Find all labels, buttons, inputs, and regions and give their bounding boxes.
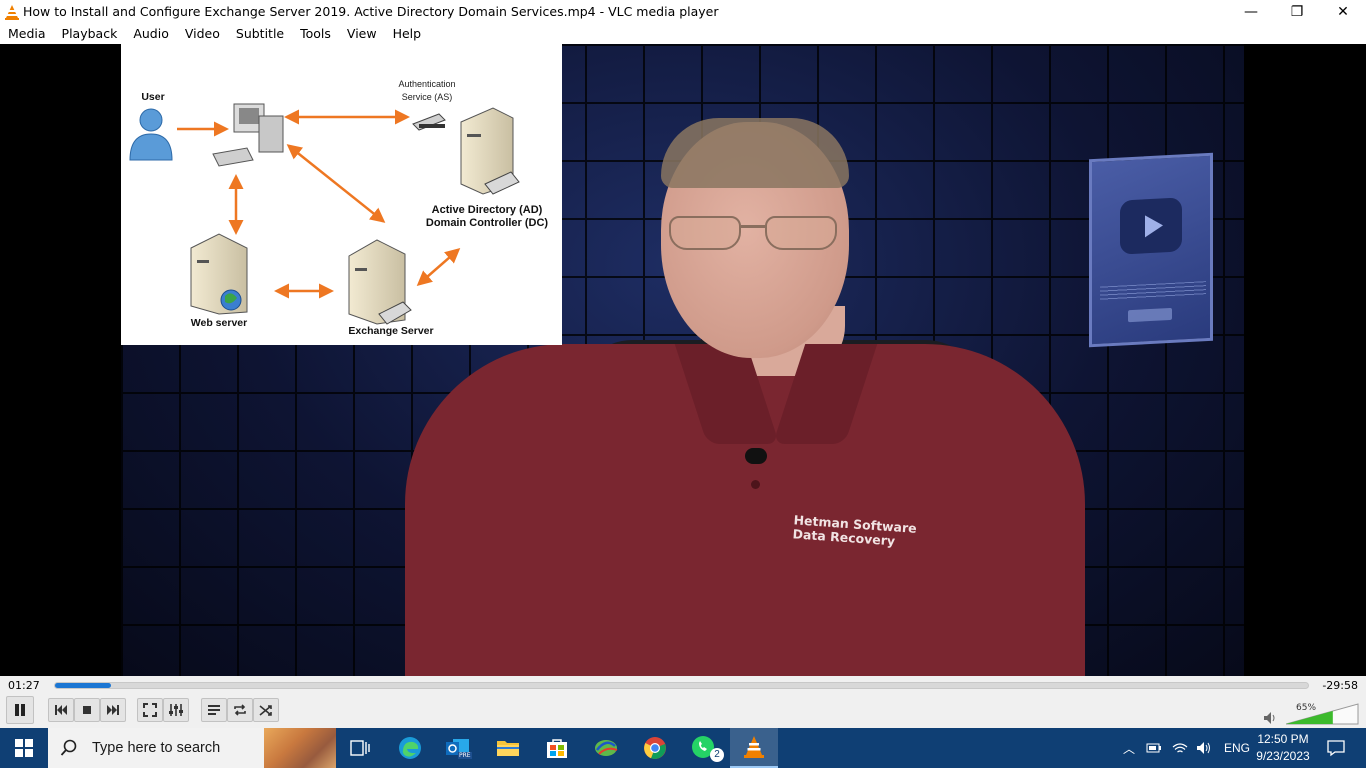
network-app-taskbar-button[interactable]	[586, 732, 626, 764]
search-highlight-image	[264, 728, 336, 768]
microsoft-store-icon	[547, 739, 567, 758]
show-hidden-icons-chevron-icon[interactable]: ︿	[1120, 740, 1138, 757]
search-icon	[60, 739, 77, 756]
whatsapp-badge: 2	[710, 748, 724, 762]
pause-icon	[15, 704, 25, 716]
language-indicator[interactable]: ENG	[1224, 741, 1250, 755]
network-diagram-overlay: User Authentication Service (AS) Active …	[121, 44, 562, 345]
wifi-icon[interactable]	[1172, 741, 1188, 755]
vlc-cone-icon	[744, 736, 764, 758]
next-button[interactable]	[100, 698, 126, 722]
windows-logo-icon	[15, 739, 33, 757]
playlist-icon	[208, 705, 220, 715]
speaker-icon	[1264, 712, 1275, 724]
pause-button[interactable]	[6, 696, 34, 724]
menu-subtitle[interactable]: Subtitle	[228, 23, 292, 44]
web-server-icon	[190, 233, 248, 315]
exchange-server-icon	[348, 239, 412, 325]
equalizer-sliders-icon	[169, 704, 183, 716]
title-bar: How to Install and Configure Exchange Se…	[0, 0, 1366, 23]
user-icon	[129, 108, 173, 161]
lapel-microphone	[745, 448, 767, 464]
volume-control[interactable]: 65%	[1262, 700, 1362, 726]
chrome-taskbar-button[interactable]	[635, 732, 675, 764]
clock-date: 9/23/2023	[1256, 749, 1310, 763]
store-taskbar-button[interactable]	[537, 732, 577, 764]
loop-icon	[234, 704, 246, 716]
menu-view[interactable]: View	[339, 23, 385, 44]
seek-bar[interactable]	[54, 682, 1309, 689]
task-view-icon	[350, 740, 370, 756]
ad-server-icon	[460, 107, 520, 195]
label-ad-1: Active Directory (AD)	[432, 204, 543, 216]
label-exchange: Exchange Server	[348, 325, 433, 337]
vlc-taskbar-button[interactable]	[730, 728, 778, 768]
glasses	[669, 216, 843, 254]
skip-next-icon	[107, 705, 119, 715]
window-title: How to Install and Configure Exchange Se…	[23, 4, 719, 19]
menu-media[interactable]: Media	[0, 23, 54, 44]
notifications-button[interactable]	[1316, 732, 1356, 764]
volume-slider[interactable]	[1286, 702, 1360, 726]
taskbar-clock[interactable]: 12:50 PM 9/23/2023	[1254, 731, 1312, 765]
notification-icon	[1327, 740, 1345, 757]
stop-button[interactable]	[74, 698, 100, 722]
vlc-cone-icon	[5, 4, 19, 20]
clock-time: 12:50 PM	[1257, 732, 1309, 746]
shuffle-button[interactable]	[253, 698, 279, 722]
loop-button[interactable]	[227, 698, 253, 722]
folder-icon	[497, 741, 519, 756]
auth-device-icon	[412, 113, 446, 131]
previous-button[interactable]	[48, 698, 74, 722]
minimize-button[interactable]: —	[1228, 0, 1274, 23]
label-ad-2: Domain Controller (DC)	[426, 217, 549, 229]
search-placeholder: Type here to search	[92, 740, 221, 756]
menu-tools[interactable]: Tools	[292, 23, 339, 44]
player-controls: 01:27 -29:58 65%	[0, 676, 1366, 728]
start-button[interactable]	[0, 728, 48, 768]
edge-browser-icon	[399, 737, 421, 759]
outlook-badge: PRE	[458, 752, 472, 759]
close-button[interactable]: ✕	[1320, 0, 1366, 23]
maximize-button[interactable]: ❐	[1274, 0, 1320, 23]
label-auth-2: Service (AS)	[402, 92, 453, 102]
stop-icon	[83, 706, 91, 714]
edge-taskbar-button[interactable]	[390, 732, 430, 764]
label-auth-1: Authentication	[398, 79, 455, 89]
whatsapp-taskbar-button[interactable]: 2	[684, 732, 724, 764]
workstation-icon	[212, 103, 284, 167]
volume-tray-icon[interactable]	[1196, 741, 1212, 755]
menu-help[interactable]: Help	[385, 23, 430, 44]
arrow-exchange-ad	[416, 248, 461, 286]
label-user: User	[141, 91, 164, 103]
fullscreen-icon	[143, 703, 157, 717]
battery-icon[interactable]	[1146, 742, 1162, 754]
video-area[interactable]: Hetman Software Data Recovery User Authe…	[0, 44, 1366, 676]
playlist-button[interactable]	[201, 698, 227, 722]
windows-taskbar: Type here to search PRE 2 ︿ ENG 12:50 PM	[0, 728, 1366, 768]
file-explorer-taskbar-button[interactable]	[488, 732, 528, 764]
shuffle-icon	[259, 705, 272, 716]
fullscreen-button[interactable]	[137, 698, 163, 722]
menu-playback[interactable]: Playback	[54, 23, 126, 44]
extended-settings-button[interactable]	[163, 698, 189, 722]
taskbar-search-box[interactable]: Type here to search	[48, 728, 336, 768]
elapsed-time: 01:27	[8, 679, 40, 692]
menu-video[interactable]: Video	[177, 23, 228, 44]
chrome-browser-icon	[644, 737, 666, 759]
menu-audio[interactable]: Audio	[125, 23, 177, 44]
globe-network-icon	[595, 740, 618, 756]
menu-bar: Media Playback Audio Video Subtitle Tool…	[0, 23, 1366, 44]
task-view-button[interactable]	[340, 732, 380, 764]
outlook-taskbar-button[interactable]: PRE	[438, 732, 478, 764]
label-web: Web server	[191, 317, 247, 329]
seek-progress	[55, 683, 112, 688]
arrow-pc-exchange	[286, 144, 386, 223]
video-frame: Hetman Software Data Recovery User Authe…	[121, 44, 1244, 676]
skip-previous-icon	[55, 705, 67, 715]
remaining-time[interactable]: -29:58	[1322, 679, 1358, 692]
